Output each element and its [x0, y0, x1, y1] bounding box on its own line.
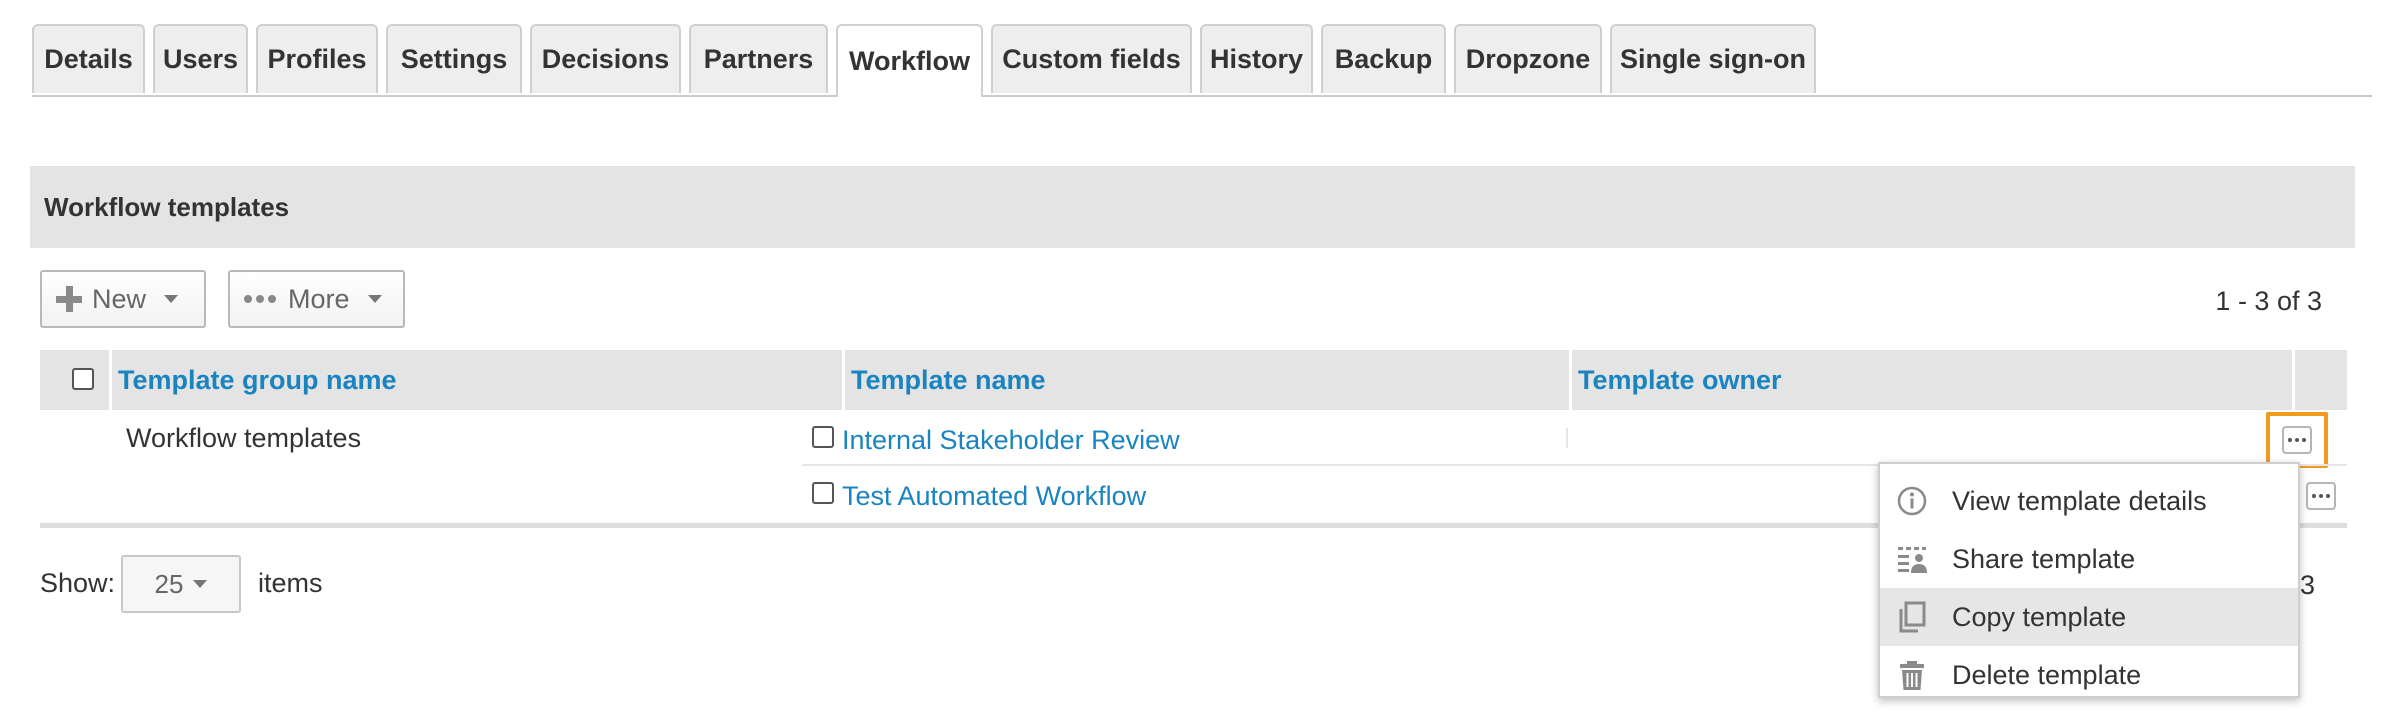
tab-decisions[interactable]: Decisions [530, 24, 681, 93]
row-checkbox[interactable] [812, 482, 834, 504]
page-size-select[interactable]: 25 [121, 555, 241, 613]
tab-history[interactable]: History [1200, 24, 1313, 93]
column-header-template-name[interactable]: Template name [845, 350, 1565, 410]
page-size-value: 25 [154, 568, 184, 599]
row-context-menu: View template details Share template Cop… [1878, 462, 2300, 698]
menu-item-copy-template[interactable]: Copy template [1880, 588, 2298, 646]
plus-icon [56, 286, 82, 312]
tab-backup[interactable]: Backup [1321, 24, 1446, 93]
row-checkbox[interactable] [812, 426, 834, 448]
tab-settings[interactable]: Settings [386, 24, 522, 93]
tab-details[interactable]: Details [32, 24, 145, 93]
focus-ring [2266, 412, 2328, 468]
tab-partners[interactable]: Partners [689, 24, 828, 93]
copy-icon [1899, 601, 1926, 633]
chevron-down-icon [193, 580, 208, 588]
group-name-cell: Workflow templates [126, 423, 362, 453]
tab-custom-fields[interactable]: Custom fields [991, 24, 1192, 93]
tab-single-sign-on[interactable]: Single sign-on [1610, 24, 1816, 93]
menu-item-label: Copy template [1952, 601, 2127, 632]
pager-summary: 1 - 3 of 3 [2215, 286, 2322, 316]
select-all-checkbox[interactable] [72, 368, 94, 390]
trash-icon [1900, 661, 1924, 690]
tab-workflow[interactable]: Workflow [836, 24, 983, 97]
tab-users[interactable]: Users [153, 24, 248, 93]
tab-profiles[interactable]: Profiles [256, 24, 378, 93]
template-name-link[interactable]: Internal Stakeholder Review [842, 425, 1180, 456]
more-button[interactable]: More [228, 270, 405, 328]
menu-item-label: Delete template [1952, 659, 2142, 690]
template-name-link[interactable]: Test Automated Workflow [842, 481, 1146, 512]
new-button-label: New [92, 283, 147, 314]
menu-item-delete-template[interactable]: Delete template [1880, 646, 2298, 704]
footer-pager: 3 [2300, 570, 2316, 600]
show-label: Show: [40, 568, 116, 598]
menu-item-share-template[interactable]: Share template [1880, 530, 2298, 588]
more-dots-icon [244, 295, 276, 303]
items-label: items [258, 568, 323, 598]
menu-item-label: View template details [1952, 485, 2207, 516]
column-header-template-owner[interactable]: Template owner [1572, 350, 2252, 410]
share-icon [1898, 547, 1927, 573]
tab-bar: Details Users Profiles Settings Decision… [32, 24, 2372, 97]
more-button-label: More [288, 283, 350, 314]
panel-title: Workflow templates [30, 166, 2355, 248]
workflow-settings-page: Details Users Profiles Settings Decision… [0, 0, 2408, 726]
info-icon [1897, 486, 1927, 516]
table-header: Template group name Template name Templa… [40, 350, 2347, 410]
chevron-down-icon [367, 295, 382, 303]
menu-item-view-template-details[interactable]: View template details [1880, 472, 2298, 530]
menu-item-label: Share template [1952, 543, 2136, 574]
column-header-template-group-name[interactable]: Template group name [112, 350, 882, 410]
new-button[interactable]: New [40, 270, 206, 328]
chevron-down-icon [164, 295, 179, 303]
tab-dropzone[interactable]: Dropzone [1454, 24, 1602, 93]
row-actions-button[interactable] [2306, 482, 2336, 510]
